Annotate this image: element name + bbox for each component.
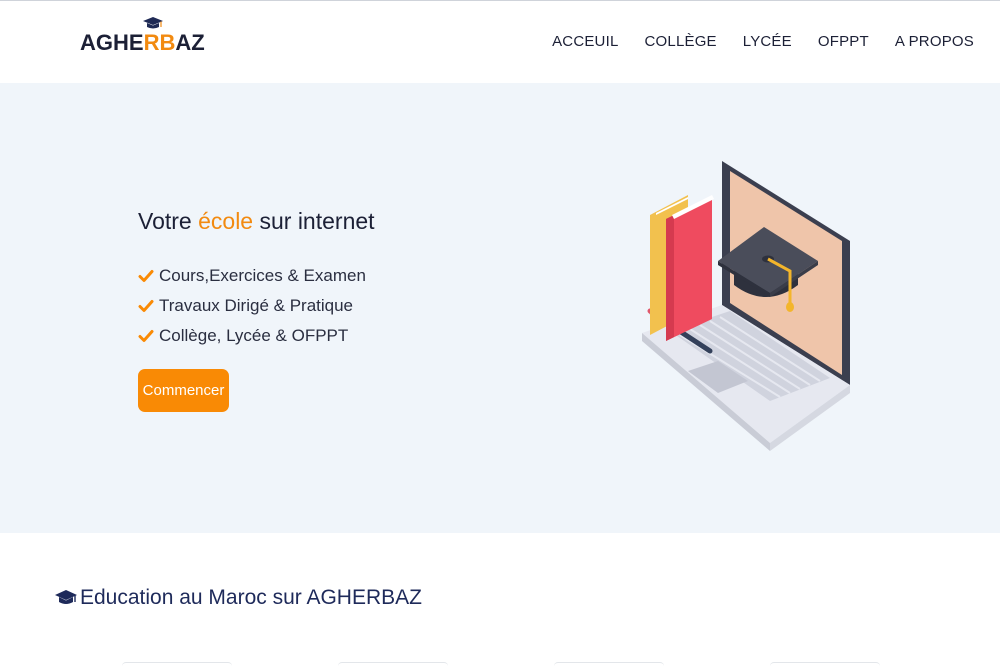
nav-item-a-propos[interactable]: A PROPOS (895, 33, 974, 50)
hero-section: Votre école sur internet Cours,Exercices… (0, 83, 1000, 533)
feature-item: Cours,Exercices & Examen (138, 261, 366, 291)
nav-item-ofppt[interactable]: OFPPT (818, 33, 869, 50)
cards-row-partial (0, 660, 1000, 666)
feature-label: Collège, Lycée & OFPPT (159, 326, 349, 345)
logo-text: AGHERBAZ (80, 30, 205, 55)
site-logo[interactable]: AGHERBAZ (80, 17, 205, 58)
site-header: AGHERBAZ ACCEUIL COLLÈGE LYCÉE OFPPT A P… (0, 1, 1000, 83)
hero-title: Votre école sur internet (138, 208, 375, 234)
check-icon (138, 270, 154, 282)
graduation-cap-icon (55, 590, 77, 604)
commencer-button[interactable]: Commencer (138, 369, 229, 412)
feature-item: Travaux Dirigé & Pratique (138, 291, 366, 321)
card-top-edge (338, 662, 448, 666)
laptop-books-graduation-cap-illustration (642, 161, 850, 451)
card-top-edge (554, 662, 664, 666)
feature-list: Cours,Exercices & Examen Travaux Dirigé … (138, 261, 366, 351)
card-top-edge (122, 662, 232, 666)
section-title: Education au Maroc sur AGHERBAZ (54, 586, 422, 610)
logo-graduation-cap-icon (143, 17, 163, 29)
section-title-text: Education au Maroc sur AGHERBAZ (80, 586, 422, 609)
check-icon (138, 300, 154, 312)
nav-item-lycee[interactable]: LYCÉE (743, 33, 792, 50)
feature-label: Cours,Exercices & Examen (159, 266, 366, 285)
feature-item: Collège, Lycée & OFPPT (138, 321, 366, 351)
feature-label: Travaux Dirigé & Pratique (159, 296, 354, 315)
nav-item-accueil[interactable]: ACCEUIL (552, 33, 618, 50)
main-nav: ACCEUIL COLLÈGE LYCÉE OFPPT A PROPOS (552, 33, 974, 50)
nav-item-college[interactable]: COLLÈGE (645, 33, 717, 50)
card-top-edge (770, 662, 880, 666)
check-icon (138, 330, 154, 342)
